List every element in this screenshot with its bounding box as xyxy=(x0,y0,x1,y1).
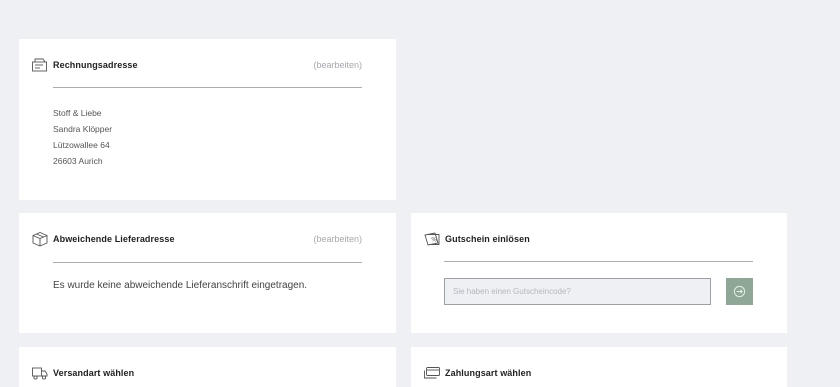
voucher-divider xyxy=(444,261,753,262)
payment-card: Zahlungsart wählen xyxy=(411,347,787,387)
payment-header: Zahlungsart wählen xyxy=(423,365,753,381)
address-line-company: Stoff & Liebe xyxy=(53,108,102,118)
shipping-title: Versandart wählen xyxy=(53,368,135,378)
address-line-street: Lützowallee 64 xyxy=(53,140,110,150)
card-icon xyxy=(423,365,441,381)
billing-address-header: Rechnungsadresse (bearbeiten) xyxy=(31,57,362,73)
delivery-address-header: Abweichende Lieferadresse (bearbeiten) xyxy=(31,231,362,247)
delivery-address-card: Abweichende Lieferadresse (bearbeiten) E… xyxy=(19,213,396,333)
shipping-header: Versandart wählen xyxy=(31,365,362,381)
billing-address-title: Rechnungsadresse xyxy=(53,60,138,70)
voucher-title: Gutschein einlösen xyxy=(445,234,530,244)
delivery-edit-link[interactable]: (bearbeiten) xyxy=(313,234,362,244)
no-delivery-message: Es wurde keine abweichende Lieferanschri… xyxy=(53,280,308,291)
billing-edit-link[interactable]: (bearbeiten) xyxy=(313,60,362,70)
invoice-icon xyxy=(31,57,49,73)
package-icon xyxy=(31,231,49,247)
address-line-city: 26603 Aurich xyxy=(53,156,103,166)
voucher-card: % Gutschein einlösen xyxy=(411,213,787,333)
billing-address-card: Rechnungsadresse (bearbeiten) Stoff & Li… xyxy=(19,39,396,200)
billing-divider xyxy=(53,87,362,88)
voucher-submit-button[interactable] xyxy=(726,278,753,305)
payment-title: Zahlungsart wählen xyxy=(445,368,532,378)
address-line-name: Sandra Klöpper xyxy=(53,124,113,134)
voucher-icon: % xyxy=(423,231,441,247)
arrow-right-circle-icon xyxy=(733,285,746,298)
shipping-card: Versandart wählen xyxy=(19,347,396,387)
voucher-header: % Gutschein einlösen xyxy=(423,231,763,247)
voucher-code-input[interactable] xyxy=(444,278,711,305)
svg-text:%: % xyxy=(431,237,437,244)
delivery-divider xyxy=(53,262,362,263)
billing-address-block: Stoff & Liebe Sandra Klöpper Lützowallee… xyxy=(53,105,112,169)
truck-icon xyxy=(31,365,49,381)
delivery-address-title: Abweichende Lieferadresse xyxy=(53,234,175,244)
